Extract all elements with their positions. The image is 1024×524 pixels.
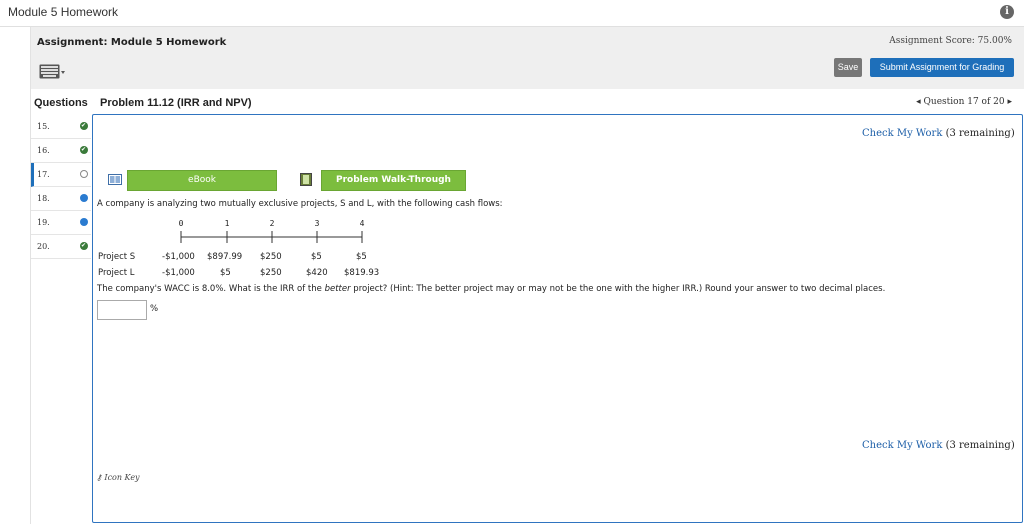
- question-number: 18.: [37, 194, 50, 203]
- cash-flow-value: $897.99: [207, 252, 243, 262]
- assignment-header: Assignment: Module 5 Homework Assignment…: [31, 27, 1024, 89]
- period-label: 0: [178, 219, 184, 228]
- question-item-17[interactable]: 17.: [31, 163, 91, 187]
- check-remaining: (3 remaining): [942, 128, 1015, 139]
- question-item-18[interactable]: 18.: [31, 187, 91, 211]
- complete-check-icon: ✔: [80, 146, 88, 154]
- icon-key[interactable]: ⚷ Icon Key: [96, 473, 140, 482]
- question-item-16[interactable]: 16. ✔: [31, 139, 91, 163]
- question-emphasis: better: [324, 284, 351, 294]
- problem-walkthrough-button[interactable]: Problem Walk-Through: [321, 170, 466, 191]
- question-text-part: project? (Hint: The better project may o…: [350, 284, 886, 294]
- question-number: 19.: [37, 218, 50, 227]
- question-number: 15.: [37, 122, 50, 131]
- partial-dot-icon: [80, 194, 88, 202]
- check-my-work-link[interactable]: Check My Work: [862, 440, 942, 451]
- percent-unit: %: [150, 304, 159, 314]
- question-number: 20.: [37, 242, 50, 251]
- check-my-work-bottom: Check My Work (3 remaining): [862, 440, 1015, 451]
- window-title: Module 5 Homework: [8, 5, 119, 19]
- question-item-19[interactable]: 19.: [31, 211, 91, 235]
- timeline-line: [180, 231, 363, 243]
- question-text: The company's WACC is 8.0%. What is the …: [97, 284, 885, 294]
- title-bar: Module 5 Homework i: [0, 0, 1024, 27]
- assignment-score: Assignment Score: 75.00%: [889, 36, 1012, 46]
- ebook-button[interactable]: eBook: [127, 170, 277, 191]
- question-list: 15. ✔ 16. ✔ 17. 18. 19. 20. ✔: [31, 115, 91, 259]
- question-text-part: The company's WACC is 8.0%. What is the …: [97, 284, 325, 294]
- cash-flow-value: $5: [356, 252, 367, 262]
- project-s-label: Project S: [98, 252, 136, 262]
- save-button[interactable]: Save: [834, 58, 862, 77]
- icon-key-label: Icon Key: [104, 473, 140, 482]
- video-icon[interactable]: [300, 173, 312, 186]
- check-remaining: (3 remaining): [942, 440, 1015, 451]
- ebook-icon[interactable]: [108, 174, 122, 185]
- cash-flow-value: $250: [260, 252, 282, 262]
- cash-flow-value: -$1,000: [162, 252, 195, 262]
- complete-check-icon: ✔: [80, 242, 88, 250]
- question-item-20[interactable]: 20. ✔: [31, 235, 91, 259]
- questions-heading: Questions: [34, 97, 88, 109]
- unanswered-circle-icon: [80, 170, 88, 178]
- cash-flow-value: $819.93: [344, 268, 380, 278]
- assignment-title: Assignment: Module 5 Homework: [37, 37, 227, 48]
- cash-flow-value: $420: [306, 268, 328, 278]
- complete-check-icon: ✔: [80, 122, 88, 130]
- period-label: 3: [314, 219, 320, 228]
- partial-dot-icon: [80, 218, 88, 226]
- question-navigator[interactable]: ◂ Question 17 of 20 ▸: [916, 97, 1012, 107]
- info-icon[interactable]: i: [1000, 5, 1014, 19]
- period-label: 1: [224, 219, 230, 228]
- cash-flow-value: $5: [311, 252, 322, 262]
- period-label: 4: [359, 219, 365, 228]
- problem-intro: A company is analyzing two mutually excl…: [97, 199, 503, 209]
- check-my-work-top: Check My Work (3 remaining): [862, 128, 1015, 139]
- keyboard-icon[interactable]: [39, 63, 65, 80]
- project-l-label: Project L: [98, 268, 135, 278]
- cash-flow-value: $5: [220, 268, 231, 278]
- question-number: 17.: [37, 170, 50, 179]
- period-label: 2: [269, 219, 275, 228]
- left-strip: [0, 27, 31, 524]
- problem-title: Problem 11.12 (IRR and NPV): [100, 97, 252, 109]
- check-my-work-link[interactable]: Check My Work: [862, 128, 942, 139]
- key-icon: ⚷: [96, 473, 102, 482]
- question-item-15[interactable]: 15. ✔: [31, 115, 91, 139]
- cash-flow-value: -$1,000: [162, 268, 195, 278]
- submit-assignment-button[interactable]: Submit Assignment for Grading: [870, 58, 1014, 77]
- question-number: 16.: [37, 146, 50, 155]
- irr-answer-input[interactable]: [97, 300, 147, 320]
- cash-flow-value: $250: [260, 268, 282, 278]
